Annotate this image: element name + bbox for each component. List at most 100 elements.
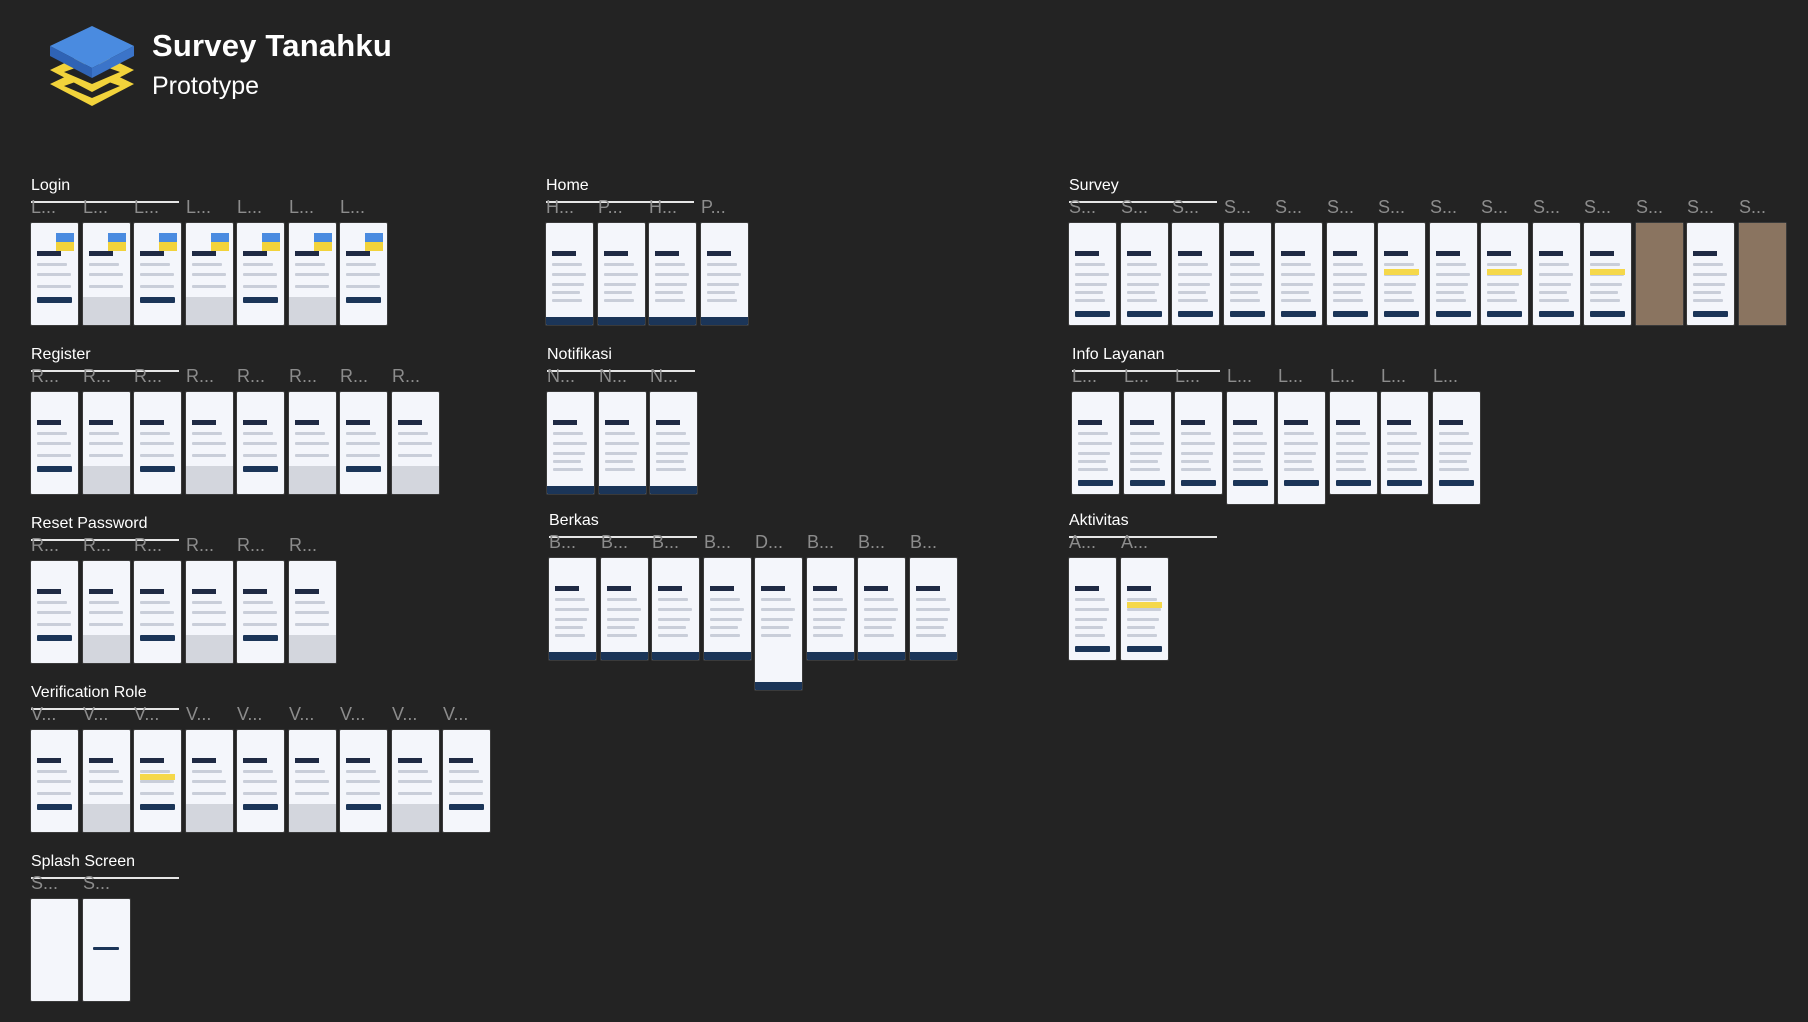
frame-thumbnail[interactable]: [31, 730, 78, 832]
frame-thumbnail[interactable]: [392, 730, 439, 832]
text-line: [604, 273, 638, 276]
frame-thumbnail[interactable]: [289, 561, 336, 663]
frame-thumbnail[interactable]: [858, 558, 905, 660]
list-line: [1230, 299, 1260, 302]
text-line: [243, 611, 277, 614]
frame-thumbnail[interactable]: [547, 392, 594, 494]
screen-title: [37, 758, 61, 763]
frame-thumbnail[interactable]: [1172, 223, 1219, 325]
frame-thumbnail[interactable]: [601, 558, 648, 660]
frame-thumbnail[interactable]: [31, 223, 78, 325]
screen-title: [1284, 420, 1308, 425]
keyboard-preview: [289, 466, 336, 494]
frame-thumbnail[interactable]: [31, 899, 78, 1001]
frame-thumbnail[interactable]: [1584, 223, 1631, 325]
frame-thumbnail[interactable]: [134, 561, 181, 663]
frame-thumbnail[interactable]: [443, 730, 490, 832]
frame-thumbnail[interactable]: [134, 392, 181, 494]
frame-thumbnail[interactable]: [289, 730, 336, 832]
frame-thumbnail[interactable]: [546, 223, 593, 325]
frame-thumbnail[interactable]: [1175, 392, 1222, 494]
frame-thumbnail[interactable]: [1330, 392, 1377, 494]
frame-thumbnail[interactable]: [31, 561, 78, 663]
frame-thumbnail[interactable]: [652, 558, 699, 660]
frame-thumbnail[interactable]: [186, 392, 233, 494]
frame-thumbnail[interactable]: [1227, 392, 1274, 504]
frame-thumbnail[interactable]: [1381, 392, 1428, 494]
text-line: [1078, 442, 1112, 445]
frame-thumbnail[interactable]: [340, 392, 387, 494]
frame-thumbnail[interactable]: [134, 223, 181, 325]
frame-thumbnail[interactable]: [83, 561, 130, 663]
frame-thumbnail[interactable]: [1124, 392, 1171, 494]
frame-thumbnail[interactable]: [1430, 223, 1477, 325]
input-line: [140, 792, 174, 795]
text-line: [707, 273, 741, 276]
text-line: [89, 780, 123, 783]
screen-title: [89, 251, 113, 256]
frame-thumbnail[interactable]: [83, 392, 130, 494]
frame-thumbnail[interactable]: [1636, 223, 1683, 325]
text-line: [607, 608, 641, 611]
frame-thumbnail[interactable]: [134, 730, 181, 832]
frame-thumbnail[interactable]: [237, 223, 284, 325]
frame-thumbnail[interactable]: [1278, 392, 1325, 504]
frame-thumbnail[interactable]: [340, 730, 387, 832]
frame-thumbnail[interactable]: [186, 223, 233, 325]
frame-thumbnail[interactable]: [1069, 558, 1116, 660]
frame-thumbnail[interactable]: [1275, 223, 1322, 325]
frame-thumbnail[interactable]: [1072, 392, 1119, 494]
frame-thumbnail[interactable]: [549, 558, 596, 660]
list-line: [553, 468, 583, 471]
frame-thumbnail[interactable]: [598, 223, 645, 325]
frame-thumbnail[interactable]: [1121, 558, 1168, 660]
frame-thumbnail[interactable]: [1224, 223, 1271, 325]
frame-thumbnail[interactable]: [289, 392, 336, 494]
frame-thumbnail[interactable]: [755, 558, 802, 690]
frame-thumbnail[interactable]: [83, 223, 130, 325]
frame-thumbnail[interactable]: [704, 558, 751, 660]
primary-button-preview: [1181, 480, 1216, 486]
frame-thumbnail[interactable]: [1327, 223, 1374, 325]
frame-thumbnail[interactable]: [31, 392, 78, 494]
frame-thumbnail[interactable]: [701, 223, 748, 325]
frame-thumbnail[interactable]: [237, 730, 284, 832]
frame-thumbnail[interactable]: [83, 899, 130, 1001]
frame-thumbnail[interactable]: [1739, 223, 1786, 325]
frame-thumbnail[interactable]: [186, 730, 233, 832]
screen-title: [243, 589, 267, 594]
primary-button-preview: [1130, 480, 1165, 486]
list-line: [864, 618, 896, 621]
text-line: [346, 770, 376, 773]
frame-thumbnail[interactable]: [910, 558, 957, 660]
frame-thumbnail[interactable]: [289, 223, 336, 325]
text-line: [140, 770, 170, 773]
screen-title: [192, 420, 216, 425]
list-line: [1590, 283, 1622, 286]
frame-thumbnail[interactable]: [649, 223, 696, 325]
primary-button-preview: [1230, 311, 1265, 317]
text-line: [552, 263, 582, 266]
frame-thumbnail[interactable]: [1687, 223, 1734, 325]
frame-thumbnail[interactable]: [1121, 223, 1168, 325]
frame-thumbnail[interactable]: [1433, 392, 1480, 504]
text-line: [192, 770, 222, 773]
frame-thumbnail[interactable]: [599, 392, 646, 494]
frame-thumbnail[interactable]: [237, 392, 284, 494]
frame-thumbnail[interactable]: [83, 730, 130, 832]
text-line: [37, 273, 71, 276]
frame-thumbnail[interactable]: [807, 558, 854, 660]
frame-thumbnail[interactable]: [1481, 223, 1528, 325]
primary-button-preview: [1539, 311, 1574, 317]
primary-button-preview: [243, 804, 278, 810]
frame-thumbnail[interactable]: [186, 561, 233, 663]
primary-button-preview: [1233, 480, 1268, 486]
frame-thumbnail[interactable]: [392, 392, 439, 494]
frame-thumbnail[interactable]: [340, 223, 387, 325]
frame-thumbnail[interactable]: [237, 561, 284, 663]
frame-thumbnail[interactable]: [1378, 223, 1425, 325]
frame-thumbnail[interactable]: [1533, 223, 1580, 325]
frame-thumbnail[interactable]: [1069, 223, 1116, 325]
frame-thumbnail[interactable]: [650, 392, 697, 494]
input-line: [346, 285, 380, 288]
